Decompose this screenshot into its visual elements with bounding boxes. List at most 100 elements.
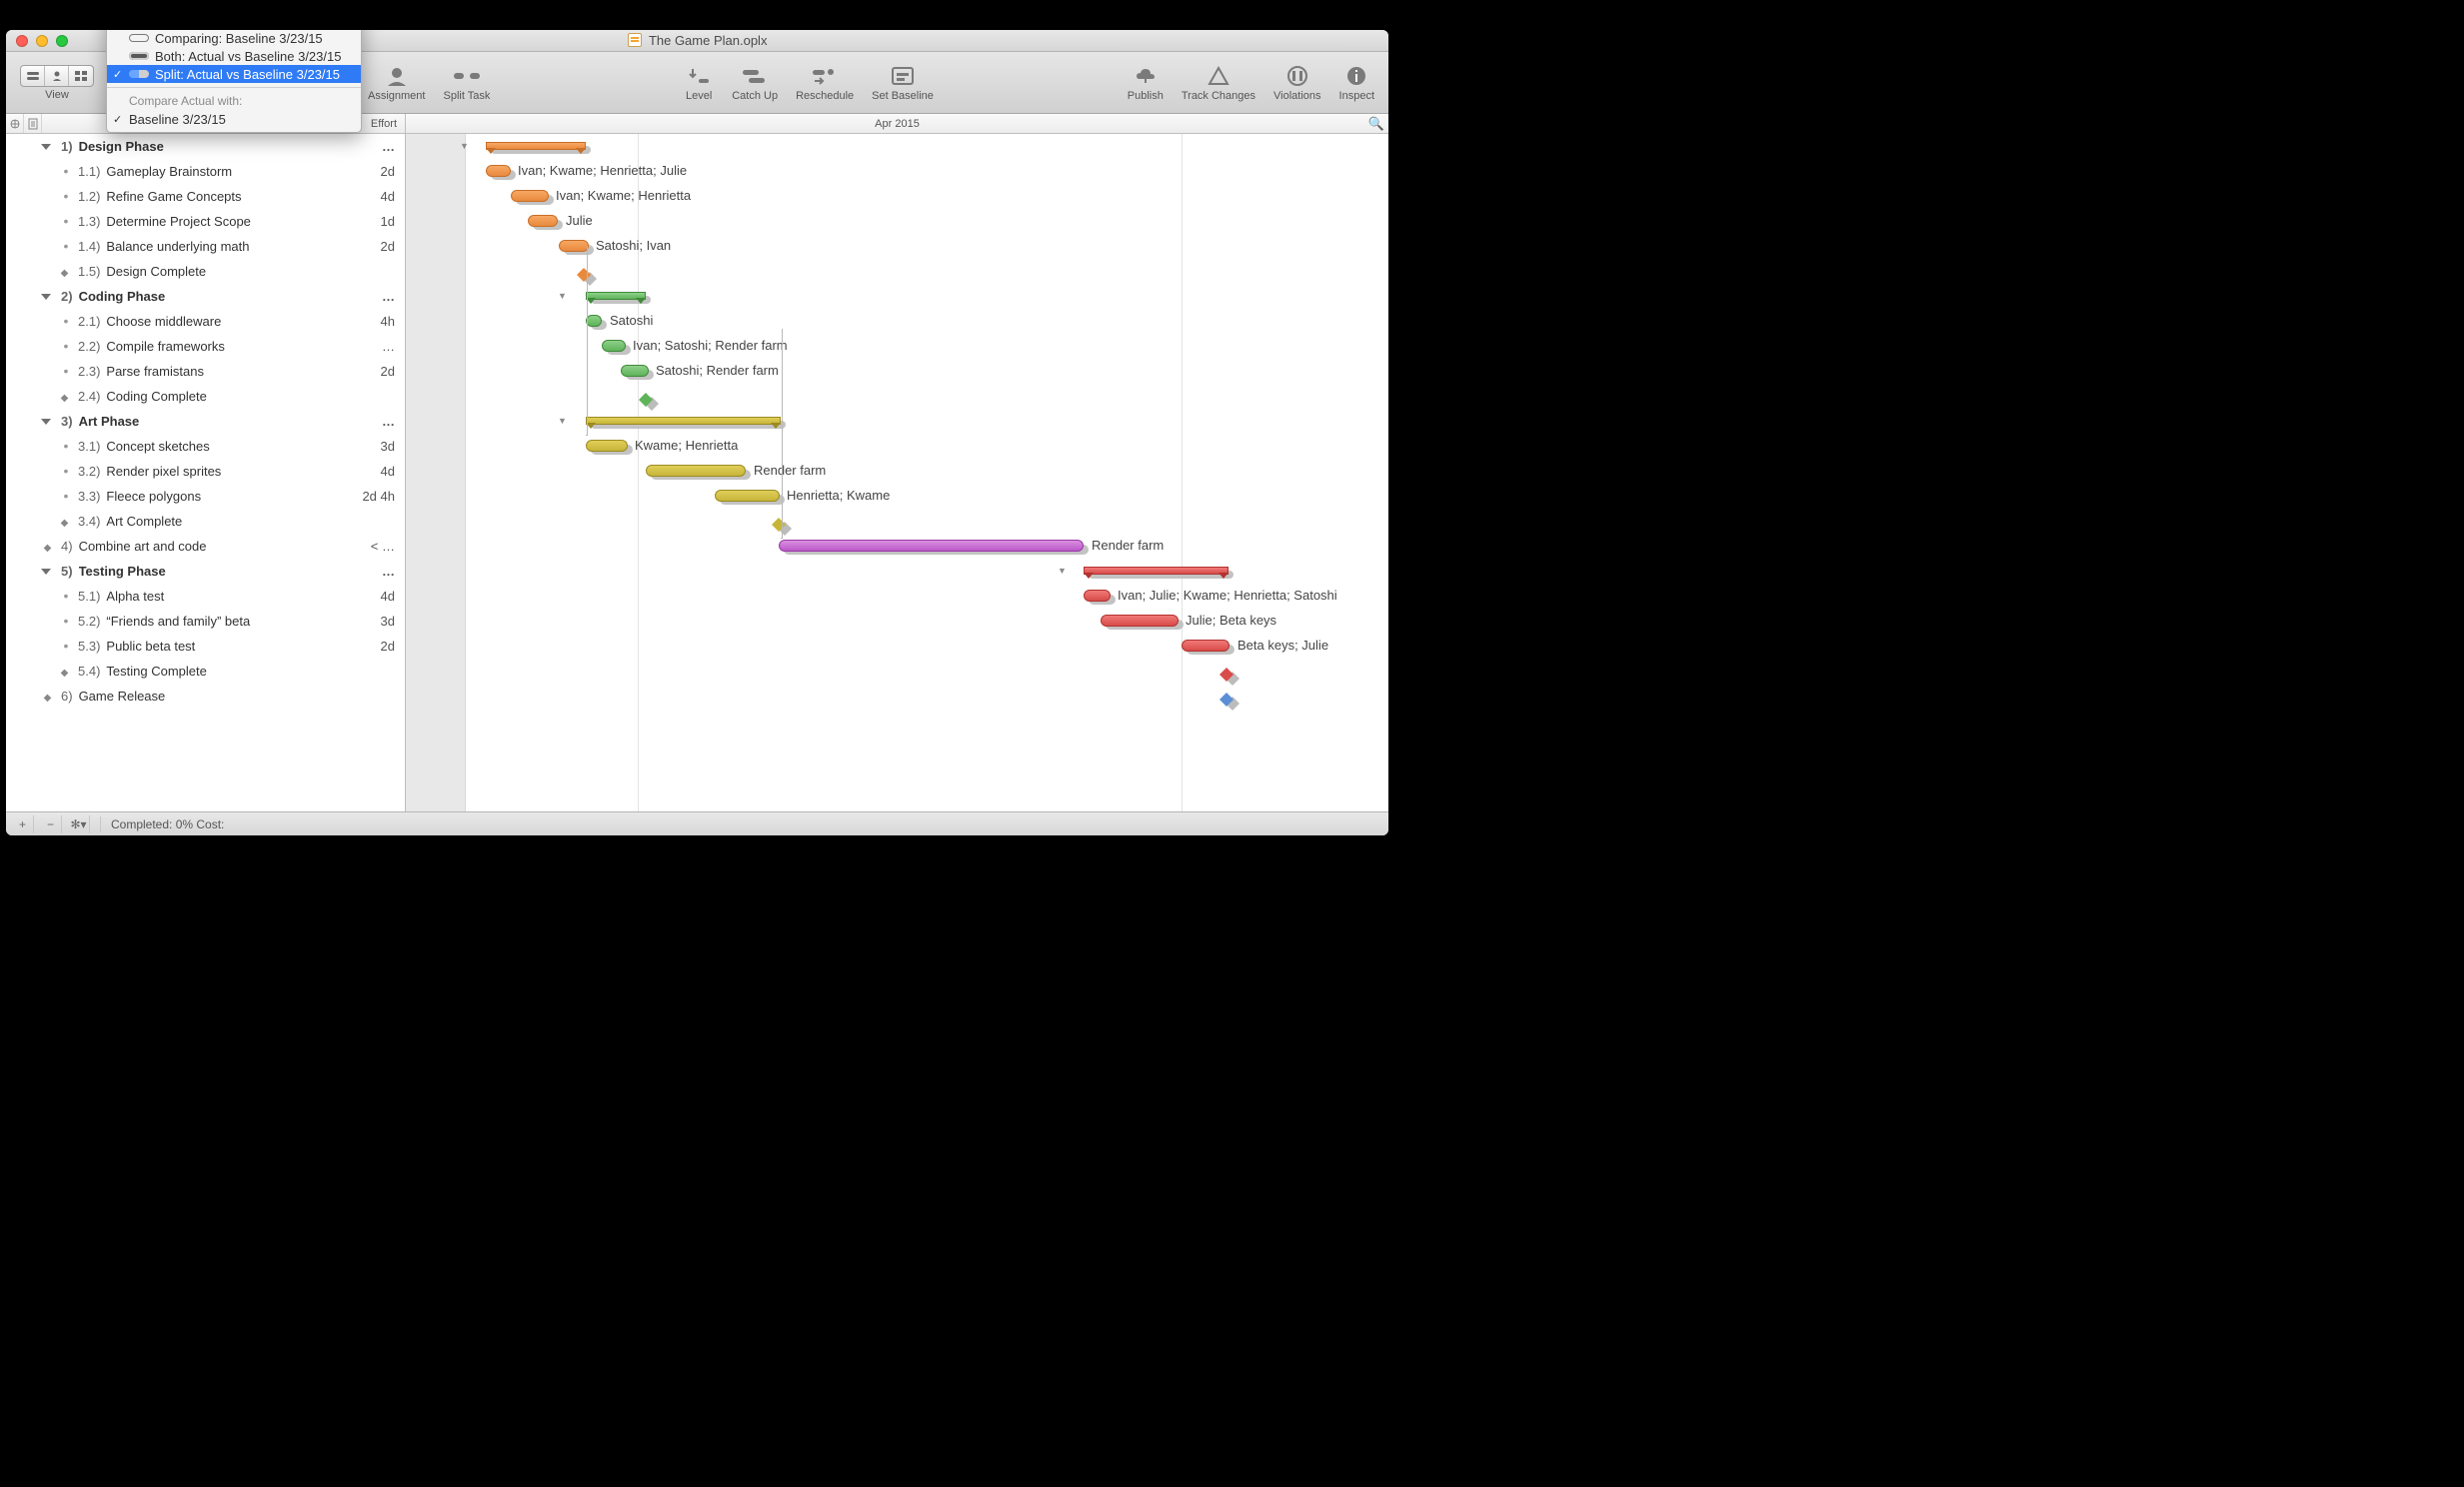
violations-button[interactable]: Violations bbox=[1267, 64, 1327, 102]
outline-row[interactable]: 1)Design Phase… bbox=[6, 134, 405, 159]
outline-row[interactable]: • 1.2)Refine Game Concepts4d bbox=[6, 184, 405, 209]
catch-up-icon bbox=[740, 64, 770, 88]
remove-button[interactable]: − bbox=[40, 815, 62, 833]
view-label: View bbox=[45, 89, 69, 101]
task-bar-design-phase[interactable] bbox=[486, 142, 586, 150]
view-seg-2[interactable] bbox=[45, 66, 69, 86]
outline-row[interactable]: • 1.1)Gameplay Brainstorm2d bbox=[6, 159, 405, 184]
milestone-release[interactable] bbox=[1220, 686, 1233, 700]
outline-row[interactable]: • 1.4)Balance underlying math2d bbox=[6, 234, 405, 259]
dependency-line bbox=[586, 246, 588, 436]
resource-label: Julie; Beta keys bbox=[1186, 613, 1276, 628]
task-bar[interactable] bbox=[1101, 615, 1179, 627]
set-baseline-button[interactable]: Set Baseline bbox=[866, 64, 940, 102]
compare-menu-item[interactable]: ✓Baseline 3/23/15 bbox=[107, 110, 361, 128]
outline-row[interactable]: • 2.1)Choose middleware4h bbox=[6, 309, 405, 334]
assignment-button[interactable]: Assignment bbox=[362, 64, 431, 102]
outline-row[interactable]: 5)Testing Phase… bbox=[6, 559, 405, 584]
zoom-button[interactable] bbox=[56, 35, 68, 47]
track-changes-icon bbox=[1204, 64, 1233, 88]
drag-handle-column[interactable] bbox=[6, 114, 24, 133]
catch-up-button[interactable]: Catch Up bbox=[726, 64, 784, 102]
outline-row[interactable]: ◆ 6)Game Release bbox=[6, 684, 405, 709]
resource-label: Render farm bbox=[754, 463, 826, 478]
outline-row[interactable]: • 5.1)Alpha test4d bbox=[6, 584, 405, 609]
outline-row[interactable]: • 3.3)Fleece polygons2d 4h bbox=[6, 484, 405, 509]
add-button[interactable]: + bbox=[12, 815, 34, 833]
milestone[interactable] bbox=[639, 386, 653, 400]
resource-label: Ivan; Kwame; Henrietta bbox=[556, 188, 691, 203]
baseline-menu-item[interactable]: Both: Actual vs Baseline 3/23/15 bbox=[107, 47, 361, 65]
summary-disclosure[interactable]: ▼ bbox=[558, 291, 567, 301]
level-button[interactable]: Level bbox=[678, 64, 720, 102]
outline-row[interactable]: • 2.2)Compile frameworks… bbox=[6, 334, 405, 359]
outline-row[interactable]: • 3.1)Concept sketches3d bbox=[6, 434, 405, 459]
gantt-pane[interactable]: Apr 2015 🔍 ▼ Ivan; Kwame; Henrietta; Jul bbox=[406, 114, 1388, 811]
resource-label: Beta keys; Julie bbox=[1237, 638, 1328, 653]
outline-row[interactable]: ◆ 5.4)Testing Complete bbox=[6, 659, 405, 684]
baseline-menu-item[interactable]: ✓Split: Actual vs Baseline 3/23/15 bbox=[107, 65, 361, 83]
outline-row[interactable]: • 3.2)Render pixel sprites4d bbox=[6, 459, 405, 484]
view-segmented-control[interactable] bbox=[20, 65, 94, 87]
task-bar-testing-phase[interactable] bbox=[1084, 567, 1229, 575]
resource-label: Julie bbox=[566, 213, 593, 228]
outline-row[interactable]: • 5.3)Public beta test2d bbox=[6, 634, 405, 659]
zoom-icon[interactable]: 🔍 bbox=[1368, 116, 1384, 132]
baseline-menu[interactable]: Editing: ActualComparing: Baseline 3/23/… bbox=[106, 30, 362, 133]
task-bar[interactable] bbox=[511, 190, 549, 202]
outline-row[interactable]: ◆ 2.4)Coding Complete bbox=[6, 384, 405, 409]
outline-row[interactable]: • 5.2)“Friends and family” beta3d bbox=[6, 609, 405, 634]
task-bar[interactable] bbox=[646, 465, 746, 477]
window-title-text: The Game Plan.oplx bbox=[649, 33, 768, 48]
resource-label: Henrietta; Kwame bbox=[787, 488, 890, 503]
summary-disclosure[interactable]: ▼ bbox=[558, 416, 567, 426]
outline-row[interactable]: ◆ 3.4)Art Complete bbox=[6, 509, 405, 534]
action-menu-button[interactable]: ✻▾ bbox=[68, 815, 90, 833]
outline-row[interactable]: 3)Art Phase… bbox=[6, 409, 405, 434]
task-bar[interactable] bbox=[559, 240, 589, 252]
task-bar[interactable] bbox=[486, 165, 511, 177]
task-bar[interactable] bbox=[586, 440, 628, 452]
notes-column[interactable] bbox=[24, 114, 42, 133]
resource-label: Render farm bbox=[1092, 538, 1164, 553]
split-task-button[interactable]: Split Task bbox=[437, 64, 496, 102]
outline-row[interactable]: • 2.3)Parse framistans2d bbox=[6, 359, 405, 384]
task-bar[interactable] bbox=[621, 365, 649, 377]
timeline-header[interactable]: Apr 2015 🔍 bbox=[406, 114, 1388, 134]
outline-rows[interactable]: 1)Design Phase…• 1.1)Gameplay Brainstorm… bbox=[6, 134, 405, 811]
inspect-button[interactable]: Inspect bbox=[1333, 64, 1380, 102]
set-baseline-icon bbox=[888, 64, 918, 88]
document-icon bbox=[628, 33, 642, 47]
minimize-button[interactable] bbox=[36, 35, 48, 47]
reschedule-icon bbox=[810, 64, 840, 88]
summary-disclosure[interactable]: ▼ bbox=[1058, 566, 1067, 576]
outline-row[interactable]: ◆ 1.5)Design Complete bbox=[6, 259, 405, 284]
milestone[interactable] bbox=[772, 511, 786, 525]
summary-disclosure[interactable]: ▼ bbox=[460, 141, 469, 151]
task-bar[interactable] bbox=[586, 315, 602, 327]
task-bar-coding-phase[interactable] bbox=[586, 292, 646, 300]
task-bar[interactable] bbox=[528, 215, 558, 227]
baseline-menu-item[interactable]: Comparing: Baseline 3/23/15 bbox=[107, 30, 361, 47]
publish-button[interactable]: Publish bbox=[1122, 64, 1170, 102]
close-button[interactable] bbox=[16, 35, 28, 47]
task-bar[interactable] bbox=[602, 340, 626, 352]
view-seg-1[interactable] bbox=[21, 66, 45, 86]
milestone[interactable] bbox=[1220, 661, 1233, 675]
reschedule-button[interactable]: Reschedule bbox=[790, 64, 860, 102]
task-bar-combine[interactable] bbox=[779, 540, 1084, 552]
outline-row[interactable]: 2)Coding Phase… bbox=[6, 284, 405, 309]
task-bar[interactable] bbox=[1084, 590, 1111, 602]
view-switcher-group: View bbox=[14, 65, 100, 101]
outline-row[interactable]: • 1.3)Determine Project Scope1d bbox=[6, 209, 405, 234]
milestone[interactable] bbox=[577, 261, 591, 275]
task-bar-art-phase[interactable] bbox=[586, 417, 781, 425]
window-controls bbox=[16, 35, 68, 47]
task-bar[interactable] bbox=[1182, 640, 1230, 652]
outline-pane: Effort 1)Design Phase…• 1.1)Gameplay Bra… bbox=[6, 114, 406, 811]
violations-icon bbox=[1282, 64, 1312, 88]
task-bar[interactable] bbox=[715, 490, 780, 502]
outline-row[interactable]: ◆ 4)Combine art and code< … bbox=[6, 534, 405, 559]
track-changes-button[interactable]: Track Changes bbox=[1176, 64, 1261, 102]
view-seg-3[interactable] bbox=[69, 66, 93, 86]
